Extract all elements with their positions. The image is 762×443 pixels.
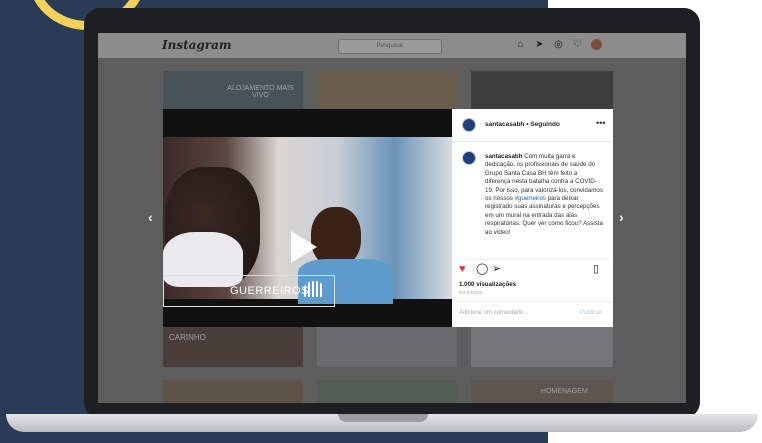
post-username[interactable]: santacasabh [485, 121, 524, 128]
direct-icon[interactable]: ➤ [534, 39, 545, 50]
home-icon[interactable]: ⌂ [515, 39, 526, 50]
post-username-row: santacasabh • Seguindo [485, 121, 560, 128]
shell-logo-icon [304, 281, 324, 297]
post-video[interactable]: GUERREIROS [163, 109, 452, 327]
search-input[interactable]: Pesquisar [338, 39, 442, 54]
prev-arrow-icon[interactable]: ‹ [148, 209, 153, 225]
video-frame: GUERREIROS [163, 137, 452, 307]
view-count: 1.000 visualizações [459, 281, 517, 288]
post-timestamp: HÁ 3 DIAS [459, 291, 483, 296]
explore-icon[interactable]: ◎ [553, 39, 564, 50]
next-arrow-icon[interactable]: › [619, 209, 624, 225]
instagram-navbar: Instagram Pesquisar ⌂ ➤ ◎ ♡ [98, 33, 686, 58]
video-label: GUERREIROS [163, 275, 335, 307]
comment-input[interactable]: Adicione um comentário... [459, 310, 528, 316]
hashtag-link[interactable]: #guerreiros [515, 195, 546, 202]
post-header: santacasabh • Seguindo ••• [452, 109, 613, 142]
instagram-logo[interactable]: Instagram [162, 38, 232, 52]
more-options-icon[interactable]: ••• [596, 118, 605, 128]
post-caption: santacasabh Com muita garra e dedicação,… [485, 153, 603, 237]
comment-icon[interactable]: ◯ [476, 264, 488, 275]
save-icon[interactable]: ▯ [593, 264, 599, 275]
video-label-text: GUERREIROS [230, 285, 309, 297]
avatar[interactable] [591, 39, 602, 50]
laptop-notch [338, 414, 428, 422]
publish-button[interactable]: Publicar [580, 310, 602, 316]
caption-username[interactable]: santacasabh [485, 153, 523, 160]
post-panel: santacasabh • Seguindo ••• santacasabh C… [452, 109, 613, 327]
post-actions: ♥ ◯ ➢ ▯ [459, 259, 609, 278]
nurse-head [311, 207, 361, 267]
share-icon[interactable]: ➢ [492, 264, 501, 275]
nav-icons: ⌂ ➤ ◎ ♡ [515, 39, 602, 50]
caption-avatar[interactable] [462, 151, 476, 165]
play-icon[interactable] [291, 231, 317, 263]
like-icon[interactable]: ♥ [459, 264, 466, 275]
following-button[interactable]: Seguindo [530, 121, 560, 128]
comment-bar: Adicione um comentário... Publicar [452, 301, 613, 328]
heart-icon[interactable]: ♡ [572, 39, 583, 50]
laptop-screen: Instagram Pesquisar ⌂ ➤ ◎ ♡ ALOJAMENTO M… [98, 33, 686, 403]
post-avatar[interactable] [462, 118, 476, 132]
